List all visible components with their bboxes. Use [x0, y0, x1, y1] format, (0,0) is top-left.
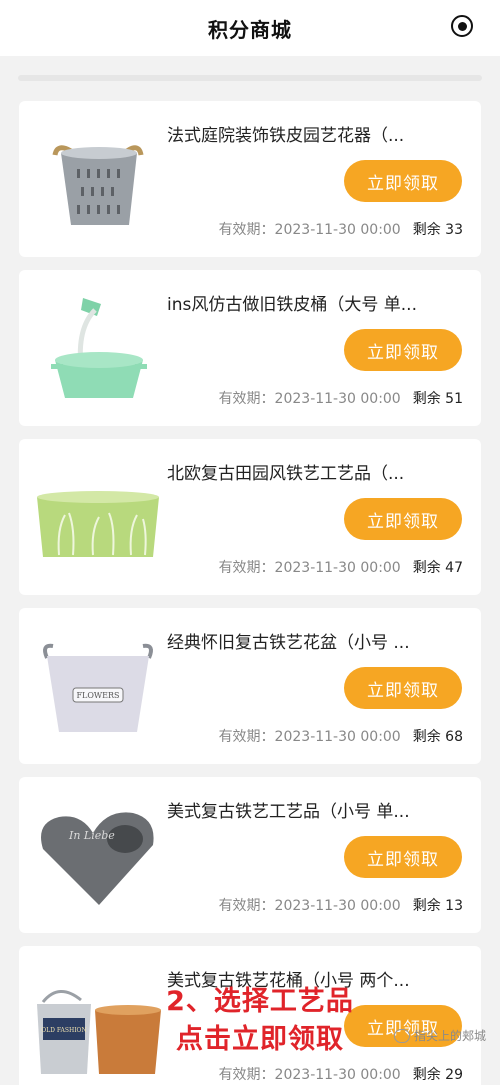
product-title: 北欧复古田园风铁艺工艺品（...: [167, 464, 405, 484]
watermark: 指尖上的郏城: [393, 1027, 486, 1044]
product-footer: 有效期：2023-11-30 00:00 剩余 33: [219, 219, 463, 239]
claim-button[interactable]: 立即领取: [344, 498, 462, 540]
product-footer: 有效期：2023-11-30 00:00 剩余 13: [219, 895, 463, 915]
validity-text: 有效期：2023-11-30 00:00: [218, 222, 401, 238]
divider-bar: [18, 75, 482, 81]
flowers-pot-icon: FLOWERS: [33, 636, 163, 736]
product-card[interactable]: In Liebe 美式复古铁艺工艺品（小号 单... 立即领取 有效期：2023…: [19, 777, 481, 933]
stock-text: 剩余 68: [412, 729, 463, 745]
product-card[interactable]: ins风仿古做旧铁皮桶（大号 单... 立即领取 有效期：2023-11-30 …: [19, 270, 481, 426]
validity-text: 有效期：2023-11-30 00:00: [218, 898, 401, 914]
product-card[interactable]: FLOWERS 经典怀旧复古铁艺花盆（小号 ... 立即领取 有效期：2023-…: [19, 608, 481, 764]
watering-can-bucket-icon: [33, 298, 163, 398]
top-bar: 积分商城: [0, 0, 500, 56]
validity-text: 有效期：2023-11-30 00:00: [218, 391, 401, 407]
product-footer: 有效期：2023-11-30 00:00 剩余 29: [219, 1064, 463, 1084]
stock-text: 剩余 33: [412, 222, 463, 238]
instruction-overlay: 2、选择工艺品 点击立即领取: [160, 983, 360, 1059]
heart-planter-icon: In Liebe: [33, 805, 163, 905]
product-footer: 有效期：2023-11-30 00:00 剩余 51: [219, 388, 463, 408]
svg-text:FLOWERS: FLOWERS: [77, 691, 120, 700]
instruction-line-1: 2、选择工艺品: [166, 986, 354, 1017]
product-title: 美式复古铁艺工艺品（小号 单...: [167, 802, 410, 822]
product-title: ins风仿古做旧铁皮桶（大号 单...: [167, 295, 417, 315]
galvanized-bucket-icon: [33, 129, 163, 229]
stock-text: 剩余 13: [412, 898, 463, 914]
validity-text: 有效期：2023-11-30 00:00: [218, 729, 401, 745]
page-title: 积分商城: [208, 17, 292, 42]
product-title: 法式庭院装饰铁皮园艺花器（...: [167, 126, 405, 146]
product-footer: 有效期：2023-11-30 00:00 剩余 68: [219, 726, 463, 746]
stock-text: 剩余 47: [412, 560, 463, 576]
validity-text: 有效期：2023-11-30 00:00: [218, 1067, 401, 1083]
svg-text:OLD FASHION: OLD FASHION: [41, 1027, 86, 1034]
product-card[interactable]: 北欧复古田园风铁艺工艺品（... 立即领取 有效期：2023-11-30 00:…: [19, 439, 481, 595]
product-footer: 有效期：2023-11-30 00:00 剩余 47: [219, 557, 463, 577]
instruction-line-2: 点击立即领取: [176, 1024, 344, 1055]
stock-text: 剩余 29: [412, 1067, 463, 1083]
product-title: 经典怀旧复古铁艺花盆（小号 ...: [167, 633, 410, 653]
svg-text:In Liebe: In Liebe: [68, 829, 115, 842]
claim-button[interactable]: 立即领取: [344, 667, 462, 709]
product-list: 法式庭院装饰铁皮园艺花器（... 立即领取 有效期：2023-11-30 00:…: [19, 101, 481, 1085]
product-card[interactable]: 法式庭院装饰铁皮园艺花器（... 立即领取 有效期：2023-11-30 00:…: [19, 101, 481, 257]
chat-bubble-icon: [393, 1028, 410, 1043]
validity-text: 有效期：2023-11-30 00:00: [218, 560, 401, 576]
claim-button[interactable]: 立即领取: [344, 160, 462, 202]
record-icon[interactable]: [451, 15, 473, 37]
claim-button[interactable]: 立即领取: [344, 329, 462, 371]
claim-button[interactable]: 立即领取: [344, 836, 462, 878]
watermark-text: 指尖上的郏城: [413, 1029, 486, 1043]
stock-text: 剩余 51: [412, 391, 463, 407]
green-planter-icon: [33, 467, 163, 567]
vintage-buckets-icon: OLD FASHION: [33, 974, 163, 1074]
